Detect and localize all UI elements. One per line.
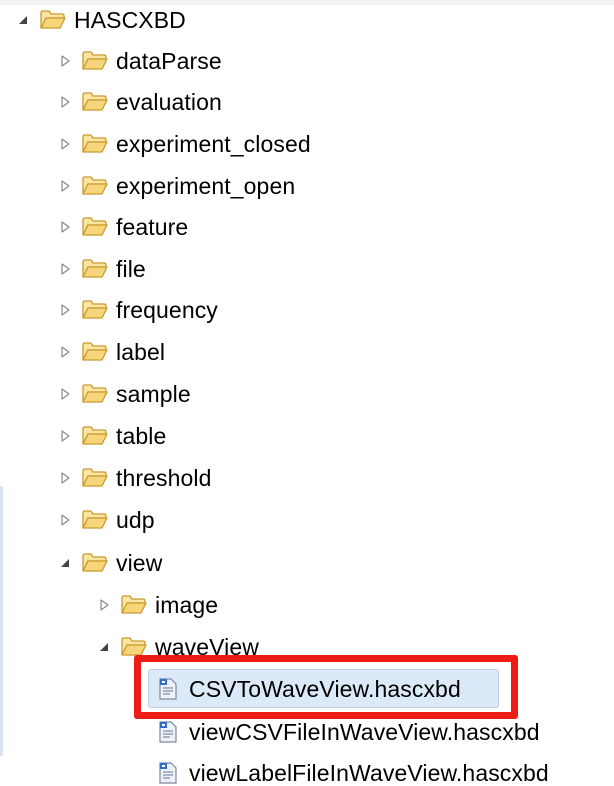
tree-node-image[interactable]: image: [95, 587, 218, 623]
tree-node-label: label: [116, 339, 166, 365]
collapsed-triangle-icon[interactable]: [56, 427, 74, 445]
tree-file-viewcsvfileinwaveview[interactable]: viewCSVFileInWaveView.hascxbd: [156, 714, 540, 750]
expanded-triangle-icon[interactable]: [95, 638, 113, 656]
collapsed-triangle-icon[interactable]: [95, 596, 113, 614]
tree-node-label: HASCXBD: [74, 7, 186, 33]
folder-open-icon: [82, 217, 108, 237]
tree-node-evaluation[interactable]: evaluation: [56, 84, 222, 120]
red-highlight-frame: [134, 655, 518, 719]
tree-node-label: frequency: [116, 297, 218, 323]
tree-node-threshold[interactable]: threshold: [56, 460, 212, 496]
tree-node-experiment-open[interactable]: experiment_open: [56, 168, 295, 204]
tree-node-root[interactable]: HASCXBD: [14, 2, 186, 38]
folder-open-icon: [82, 259, 108, 279]
tree-node-label: image: [155, 592, 219, 618]
tree-node-feature[interactable]: feature: [56, 209, 188, 245]
tree-node-label: threshold: [116, 465, 212, 491]
tree-node-label: viewLabelFileInWaveView.hascxbd: [189, 760, 549, 786]
expanded-triangle-icon[interactable]: [14, 11, 32, 29]
folder-open-icon: [121, 637, 147, 657]
tree-node-udp[interactable]: udp: [56, 502, 155, 538]
collapsed-triangle-icon[interactable]: [56, 260, 74, 278]
tree-node-sample[interactable]: sample: [56, 376, 191, 412]
folder-open-icon: [82, 176, 108, 196]
hascxbd-file-icon: [159, 762, 177, 784]
tree-node-experiment-closed[interactable]: experiment_closed: [56, 126, 311, 162]
tree-node-view[interactable]: view: [56, 545, 162, 581]
tree-node-table[interactable]: table: [56, 418, 166, 454]
tree-node-label: viewCSVFileInWaveView.hascxbd: [189, 719, 540, 745]
folder-open-icon: [82, 134, 108, 154]
collapsed-triangle-icon[interactable]: [56, 52, 74, 70]
folder-open-icon: [82, 342, 108, 362]
tree-node-label: dataParse: [116, 48, 222, 74]
folder-open-icon: [82, 553, 108, 573]
collapsed-triangle-icon[interactable]: [56, 177, 74, 195]
tree-node-label-folder[interactable]: label: [56, 334, 165, 370]
collapsed-triangle-icon[interactable]: [56, 135, 74, 153]
collapsed-triangle-icon[interactable]: [56, 301, 74, 319]
expanded-triangle-icon[interactable]: [56, 554, 74, 572]
tree-node-label: file: [116, 256, 146, 282]
collapsed-triangle-icon[interactable]: [56, 218, 74, 236]
tree-node-label: view: [116, 550, 163, 576]
hascxbd-file-icon: [159, 721, 177, 743]
folder-open-icon: [82, 384, 108, 404]
folder-open-icon: [82, 92, 108, 112]
tree-file-viewlabelfileinwaveview[interactable]: viewLabelFileInWaveView.hascxbd: [156, 755, 549, 786]
folder-open-icon: [82, 51, 108, 71]
tree-node-frequency[interactable]: frequency: [56, 292, 218, 328]
folder-open-icon: [121, 595, 147, 615]
tree-node-dataparse[interactable]: dataParse: [56, 43, 222, 79]
tree-node-label: feature: [116, 214, 189, 240]
collapsed-triangle-icon[interactable]: [56, 469, 74, 487]
tree-node-label: evaluation: [116, 89, 222, 115]
left-panel-edge: [0, 486, 3, 756]
collapsed-triangle-icon[interactable]: [56, 385, 74, 403]
tree-node-label: table: [116, 423, 167, 449]
folder-open-icon: [82, 300, 108, 320]
folder-open-icon: [82, 468, 108, 488]
folder-open-icon: [82, 510, 108, 530]
folder-open-icon: [82, 426, 108, 446]
collapsed-triangle-icon[interactable]: [56, 511, 74, 529]
tree-node-file[interactable]: file: [56, 251, 146, 287]
collapsed-triangle-icon[interactable]: [56, 343, 74, 361]
folder-open-icon: [40, 10, 66, 30]
tree-node-label: experiment_closed: [116, 131, 311, 157]
collapsed-triangle-icon[interactable]: [56, 93, 74, 111]
tree-node-label: udp: [116, 507, 155, 533]
tree-node-label: experiment_open: [116, 173, 296, 199]
tree-node-label: sample: [116, 381, 191, 407]
